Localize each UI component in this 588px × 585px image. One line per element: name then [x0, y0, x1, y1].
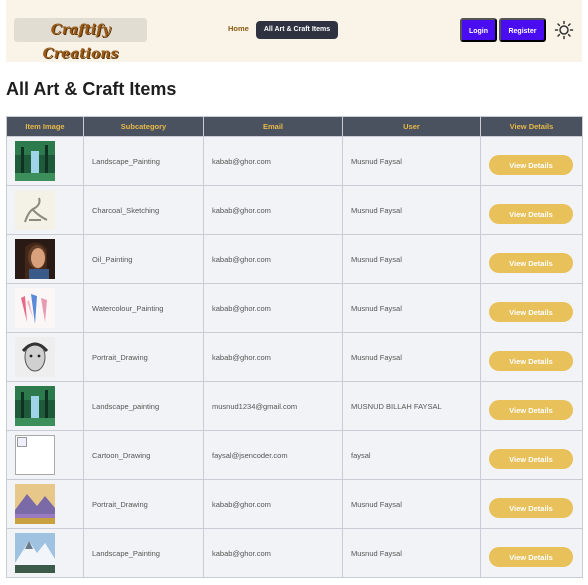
table-row: Oil_Painting kabab@ghor.com Musnud Faysal V… — [6, 234, 583, 284]
table-header-row: Item Image Subcategory Email User View D… — [6, 116, 583, 137]
watercolour-thumbnail — [15, 288, 55, 328]
user-cell: Musnud Faysal — [342, 136, 481, 186]
item-image-cell — [6, 185, 84, 235]
nav-home-link[interactable]: Home — [228, 24, 249, 33]
view-details-cell: View Details — [480, 332, 583, 382]
user-cell: Musnud Faysal — [342, 479, 481, 529]
table-row: Landscape_painting musnud1234@gmail.com MU… — [6, 381, 583, 431]
view-details-cell: View Details — [480, 528, 583, 578]
column-header-view-details: View Details — [480, 116, 583, 137]
item-image-cell — [6, 332, 84, 382]
view-details-button[interactable]: View Details — [489, 302, 573, 322]
view-details-cell: View Details — [480, 136, 583, 186]
snowy-mountain-thumbnail — [15, 533, 55, 573]
user-cell: Musnud Faysal — [342, 283, 481, 333]
email-cell: musnud1234@gmail.com — [203, 381, 343, 431]
brand-logo[interactable]: Craftify Creations — [14, 18, 147, 62]
page-title: All Art & Craft Items — [6, 79, 177, 99]
view-details-cell: View Details — [480, 185, 583, 235]
subcategory-cell: Cartoon_Drawing — [83, 430, 204, 480]
broken-image — [15, 435, 55, 475]
landscape-painting-thumbnail — [15, 386, 55, 426]
charcoal-sketch-thumbnail — [15, 190, 55, 230]
table-row: Portrait_Drawing kabab@ghor.com Musnud Fay… — [6, 332, 583, 382]
navbar: Craftify Creations Home All Art & Craft … — [6, 0, 582, 62]
item-image-cell — [6, 283, 84, 333]
portrait-drawing-thumbnail — [15, 337, 55, 377]
item-image-cell — [6, 381, 84, 431]
email-cell: kabab@ghor.com — [203, 234, 343, 284]
view-details-button[interactable]: View Details — [489, 498, 573, 518]
login-button[interactable]: Login — [460, 18, 497, 42]
subcategory-cell: Landscape_painting — [83, 381, 204, 431]
register-button[interactable]: Register — [499, 18, 546, 42]
item-image-cell — [6, 234, 84, 284]
view-details-button[interactable]: View Details — [489, 253, 573, 273]
column-header-user: User — [342, 116, 481, 137]
subcategory-cell: Portrait_Drawing — [83, 479, 204, 529]
view-details-button[interactable]: View Details — [489, 400, 573, 420]
table-row: Watercolour_Painting kabab@ghor.com Musnud… — [6, 283, 583, 333]
email-cell: kabab@ghor.com — [203, 185, 343, 235]
oil-portrait-thumbnail — [15, 239, 55, 279]
user-cell: Musnud Faysal — [342, 185, 481, 235]
user-cell: MUSNUD BILLAH FAYSAL — [342, 381, 481, 431]
item-image-cell — [6, 528, 84, 578]
view-details-cell: View Details — [480, 479, 583, 529]
view-details-cell: View Details — [480, 283, 583, 333]
view-details-cell: View Details — [480, 381, 583, 431]
view-details-button[interactable]: View Details — [489, 351, 573, 371]
email-cell: kabab@ghor.com — [203, 283, 343, 333]
column-header-email: Email — [203, 116, 343, 137]
table-row: Landscape_Painting kabab@ghor.com Musnud F… — [6, 528, 583, 578]
email-cell: kabab@ghor.com — [203, 528, 343, 578]
items-table: Item Image Subcategory Email User View D… — [6, 116, 583, 578]
subcategory-cell: Charcoal_Sketching — [83, 185, 204, 235]
table-row: Portrait_Drawing kabab@ghor.com Musnud Fay… — [6, 479, 583, 529]
email-cell: kabab@ghor.com — [203, 136, 343, 186]
item-image-cell — [6, 479, 84, 529]
sun-icon[interactable] — [554, 20, 574, 40]
subcategory-cell: Watercolour_Painting — [83, 283, 204, 333]
email-cell: faysal@jsencoder.com — [203, 430, 343, 480]
view-details-button[interactable]: View Details — [489, 155, 573, 175]
view-details-button[interactable]: View Details — [489, 547, 573, 567]
user-cell: Musnud Faysal — [342, 528, 481, 578]
column-header-subcategory: Subcategory — [83, 116, 204, 137]
table-row: Landscape_Painting kabab@ghor.com Musnud F… — [6, 136, 583, 186]
view-details-button[interactable]: View Details — [489, 204, 573, 224]
mountain-painting-thumbnail — [15, 484, 55, 524]
table-row: Cartoon_Drawing faysal@jsencoder.com faysa… — [6, 430, 583, 480]
subcategory-cell: Landscape_Painting — [83, 528, 204, 578]
subcategory-cell: Landscape_Painting — [83, 136, 204, 186]
view-details-cell: View Details — [480, 430, 583, 480]
user-cell: faysal — [342, 430, 481, 480]
user-cell: Musnud Faysal — [342, 234, 481, 284]
column-header-item-image: Item Image — [6, 116, 84, 137]
email-cell: kabab@ghor.com — [203, 332, 343, 382]
item-image-cell — [6, 430, 84, 480]
view-details-cell: View Details — [480, 234, 583, 284]
item-image-cell — [6, 136, 84, 186]
subcategory-cell: Oil_Painting — [83, 234, 204, 284]
view-details-button[interactable]: View Details — [489, 449, 573, 469]
landscape-painting-thumbnail — [15, 141, 55, 181]
table-row: Charcoal_Sketching kabab@ghor.com Musnud F… — [6, 185, 583, 235]
user-cell: Musnud Faysal — [342, 332, 481, 382]
email-cell: kabab@ghor.com — [203, 479, 343, 529]
subcategory-cell: Portrait_Drawing — [83, 332, 204, 382]
nav-all-items-link[interactable]: All Art & Craft Items — [256, 21, 338, 39]
